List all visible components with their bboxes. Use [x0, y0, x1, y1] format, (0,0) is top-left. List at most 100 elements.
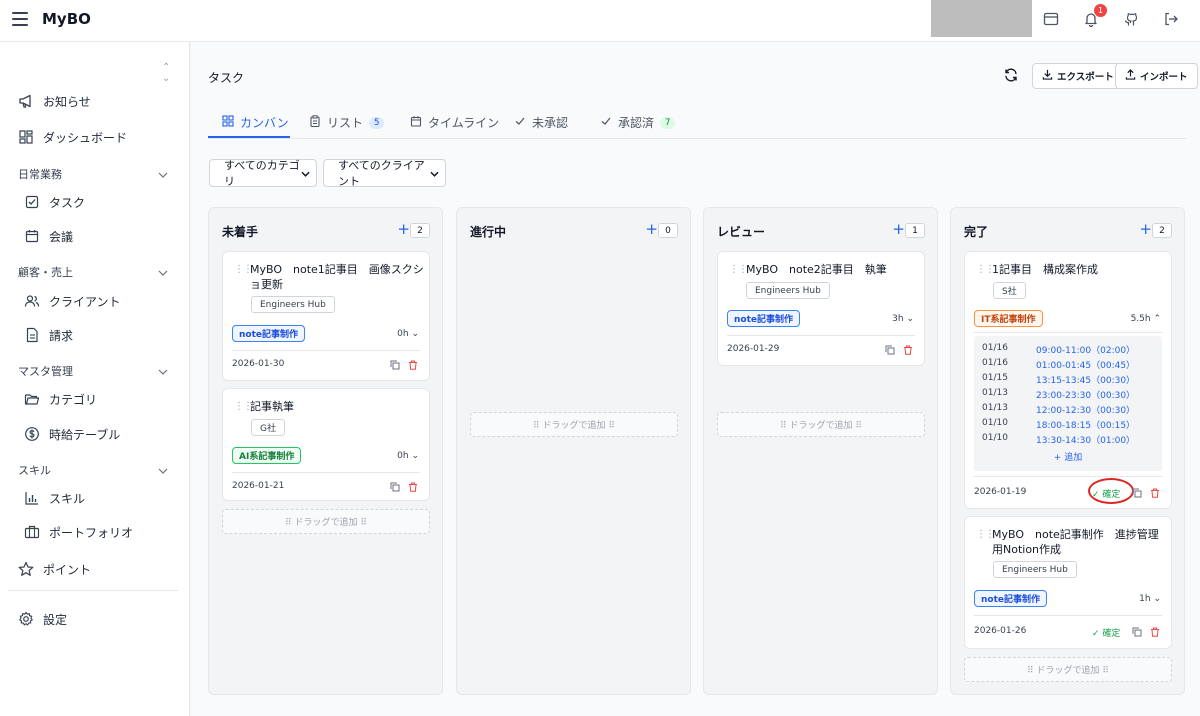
- import-button[interactable]: インポート: [1115, 63, 1198, 89]
- hours-toggle[interactable]: 0h ⌄: [397, 451, 419, 461]
- sidebar-item-settings[interactable]: 設定: [18, 610, 67, 628]
- github-icon[interactable]: [1122, 10, 1140, 28]
- add-task-button[interactable]: +: [645, 220, 658, 238]
- drag-drop-zone[interactable]: ⠿ ドラッグで追加 ⠿: [964, 657, 1172, 682]
- copy-icon[interactable]: [1132, 626, 1142, 637]
- copy-icon[interactable]: [390, 359, 400, 370]
- card-icon[interactable]: [1042, 10, 1060, 28]
- time-log-row[interactable]: 01/13 23:00-23:30（00:30）: [982, 388, 1152, 401]
- sidebar-item-label: お知らせ: [43, 94, 91, 109]
- task-card[interactable]: ⋮⋮ MyBO note記事制作 進捗管理用Notion作成 Engineers…: [964, 516, 1172, 649]
- sidebar-item-dashboard[interactable]: ダッシュボード: [18, 128, 127, 146]
- trash-icon[interactable]: [1150, 487, 1160, 498]
- tab-label: 承認済: [618, 116, 655, 130]
- task-card[interactable]: ⋮⋮ MyBO note2記事目 執筆 Engineers Hub note記事…: [717, 251, 925, 366]
- kanban-column-todo: 未着手 + 2 ⋮⋮ MyBO note1記事目 画像スクショ更新 Engine…: [208, 207, 443, 695]
- sidebar-item-skill[interactable]: スキル: [24, 489, 85, 507]
- sidebar-item-label: クライアント: [49, 294, 121, 309]
- sidebar-item-meeting[interactable]: 会議: [24, 227, 73, 245]
- tab-label: リスト: [327, 116, 364, 130]
- import-label: インポート: [1140, 72, 1188, 83]
- chevron-down-icon: [158, 365, 168, 378]
- notification-badge: 1: [1094, 4, 1107, 17]
- client-filter[interactable]: すべてのクライアント: [323, 159, 446, 188]
- chevron-down-icon: [430, 167, 439, 180]
- sidebar: ⌃ ⌄ お知らせ ダッシュボード 日常業務 タスク 会議 顧客・売上 クライアント…: [0, 42, 190, 716]
- sidebar-item-category[interactable]: カテゴリ: [24, 390, 97, 408]
- tab-label: カンバン: [240, 116, 289, 130]
- category-tag: note記事制作: [974, 590, 1047, 607]
- card-divider: [974, 476, 1162, 477]
- add-task-button[interactable]: +: [892, 220, 905, 238]
- trash-icon[interactable]: [408, 481, 418, 492]
- time-log-row[interactable]: 01/10 18:00-18:15（00:15）: [982, 418, 1152, 431]
- sidebar-item-label: 時給テーブル: [49, 427, 121, 442]
- hours-toggle[interactable]: 0h ⌄: [397, 329, 419, 339]
- log-date: 01/16: [982, 343, 1008, 353]
- dollar-icon: [24, 426, 40, 442]
- confirm-button[interactable]: ✓ 確定: [1092, 626, 1120, 639]
- sidebar-item-news[interactable]: お知らせ: [18, 92, 91, 110]
- column-title: レビュー: [717, 225, 766, 239]
- sidebar-item-invoice[interactable]: 請求: [24, 326, 73, 344]
- time-log-row[interactable]: 01/16 09:00-11:00（02:00）: [982, 343, 1152, 356]
- trash-icon[interactable]: [1150, 626, 1160, 637]
- sidebar-group-customer[interactable]: 顧客・売上: [18, 264, 168, 280]
- copy-icon[interactable]: [885, 344, 895, 355]
- log-date: 01/10: [982, 433, 1008, 443]
- hours-toggle[interactable]: 5.5h ⌃: [1131, 314, 1161, 324]
- sidebar-item-points[interactable]: ポイント: [18, 560, 91, 578]
- sidebar-group-master[interactable]: マスタ管理: [18, 363, 168, 379]
- users-icon: [24, 293, 40, 309]
- log-date: 01/16: [982, 358, 1008, 368]
- task-card[interactable]: ⋮⋮ MyBO note1記事目 画像スクショ更新 Engineers Hub …: [222, 251, 430, 381]
- time-log-row[interactable]: 01/16 01:00-01:45（00:45）: [982, 358, 1152, 371]
- sidebar-group-skill[interactable]: スキル: [18, 462, 168, 478]
- trash-icon[interactable]: [903, 344, 913, 355]
- gear-icon: [18, 611, 34, 627]
- tab-timeline[interactable]: タイムライン: [410, 114, 499, 131]
- tab-list[interactable]: リスト 5: [309, 114, 385, 131]
- collapse-icon[interactable]: ⌃ ⌄: [162, 62, 170, 84]
- task-card[interactable]: ⋮⋮ 記事執筆 G社 AI系記事制作 0h ⌄ 2026-01-21: [222, 388, 430, 501]
- tab-approved[interactable]: 承認済 7: [600, 114, 676, 131]
- star-icon: [18, 561, 34, 577]
- add-task-button[interactable]: +: [1139, 220, 1152, 238]
- filter-value: すべてのクライアント: [338, 159, 425, 188]
- hours-toggle[interactable]: 3h ⌄: [892, 314, 914, 324]
- main-area: タスク エクスポート インポート カンバン リスト 5 タイムライン 未承認 承…: [191, 42, 1200, 716]
- drag-drop-zone[interactable]: ⠿ ドラッグで追加 ⠿: [222, 509, 430, 534]
- copy-icon[interactable]: [1132, 487, 1142, 498]
- client-tag: Engineers Hub: [993, 561, 1077, 578]
- drag-handle-icon[interactable]: ⋮⋮: [729, 264, 748, 275]
- briefcase-icon: [24, 524, 40, 540]
- tab-unapproved[interactable]: 未承認: [514, 114, 568, 131]
- bell-icon[interactable]: 1: [1082, 4, 1107, 28]
- category-filter[interactable]: すべてのカテゴリ: [209, 159, 317, 188]
- calendar-icon: [24, 228, 40, 244]
- tab-kanban[interactable]: カンバン: [222, 114, 289, 131]
- add-task-button[interactable]: +: [397, 220, 410, 238]
- time-log-row[interactable]: 01/13 12:00-12:30（00:30）: [982, 403, 1152, 416]
- sidebar-item-hourly[interactable]: 時給テーブル: [24, 425, 120, 443]
- sidebar-item-portfolio[interactable]: ポートフォリオ: [24, 523, 133, 541]
- trash-icon[interactable]: [408, 359, 418, 370]
- refresh-icon[interactable]: [1003, 67, 1019, 83]
- time-log-row[interactable]: 01/15 13:15-13:45（00:30）: [982, 373, 1152, 386]
- add-time-log-button[interactable]: + 追加: [974, 450, 1162, 463]
- logout-icon[interactable]: [1162, 10, 1180, 28]
- drag-drop-zone[interactable]: ⠿ ドラッグで追加 ⠿: [470, 412, 678, 437]
- sidebar-item-client[interactable]: クライアント: [24, 292, 121, 310]
- sidebar-item-task[interactable]: タスク: [24, 193, 85, 211]
- drag-drop-zone[interactable]: ⠿ ドラッグで追加 ⠿: [717, 412, 925, 437]
- export-button[interactable]: エクスポート: [1032, 63, 1124, 89]
- sidebar-item-label: カテゴリ: [49, 392, 98, 407]
- task-card[interactable]: ⋮⋮ 1記事目 構成案作成 S社 IT系記事制作 5.5h ⌃ 01/16 09:…: [964, 251, 1172, 509]
- menu-icon[interactable]: [12, 12, 28, 26]
- copy-icon[interactable]: [390, 481, 400, 492]
- time-log-row[interactable]: 01/10 13:30-14:30（01:00）: [982, 433, 1152, 446]
- card-title: MyBO note2記事目 執筆: [746, 263, 887, 276]
- category-tag: IT系記事制作: [974, 310, 1043, 327]
- sidebar-group-daily[interactable]: 日常業務: [18, 166, 168, 182]
- hours-toggle[interactable]: 1h ⌄: [1139, 594, 1161, 604]
